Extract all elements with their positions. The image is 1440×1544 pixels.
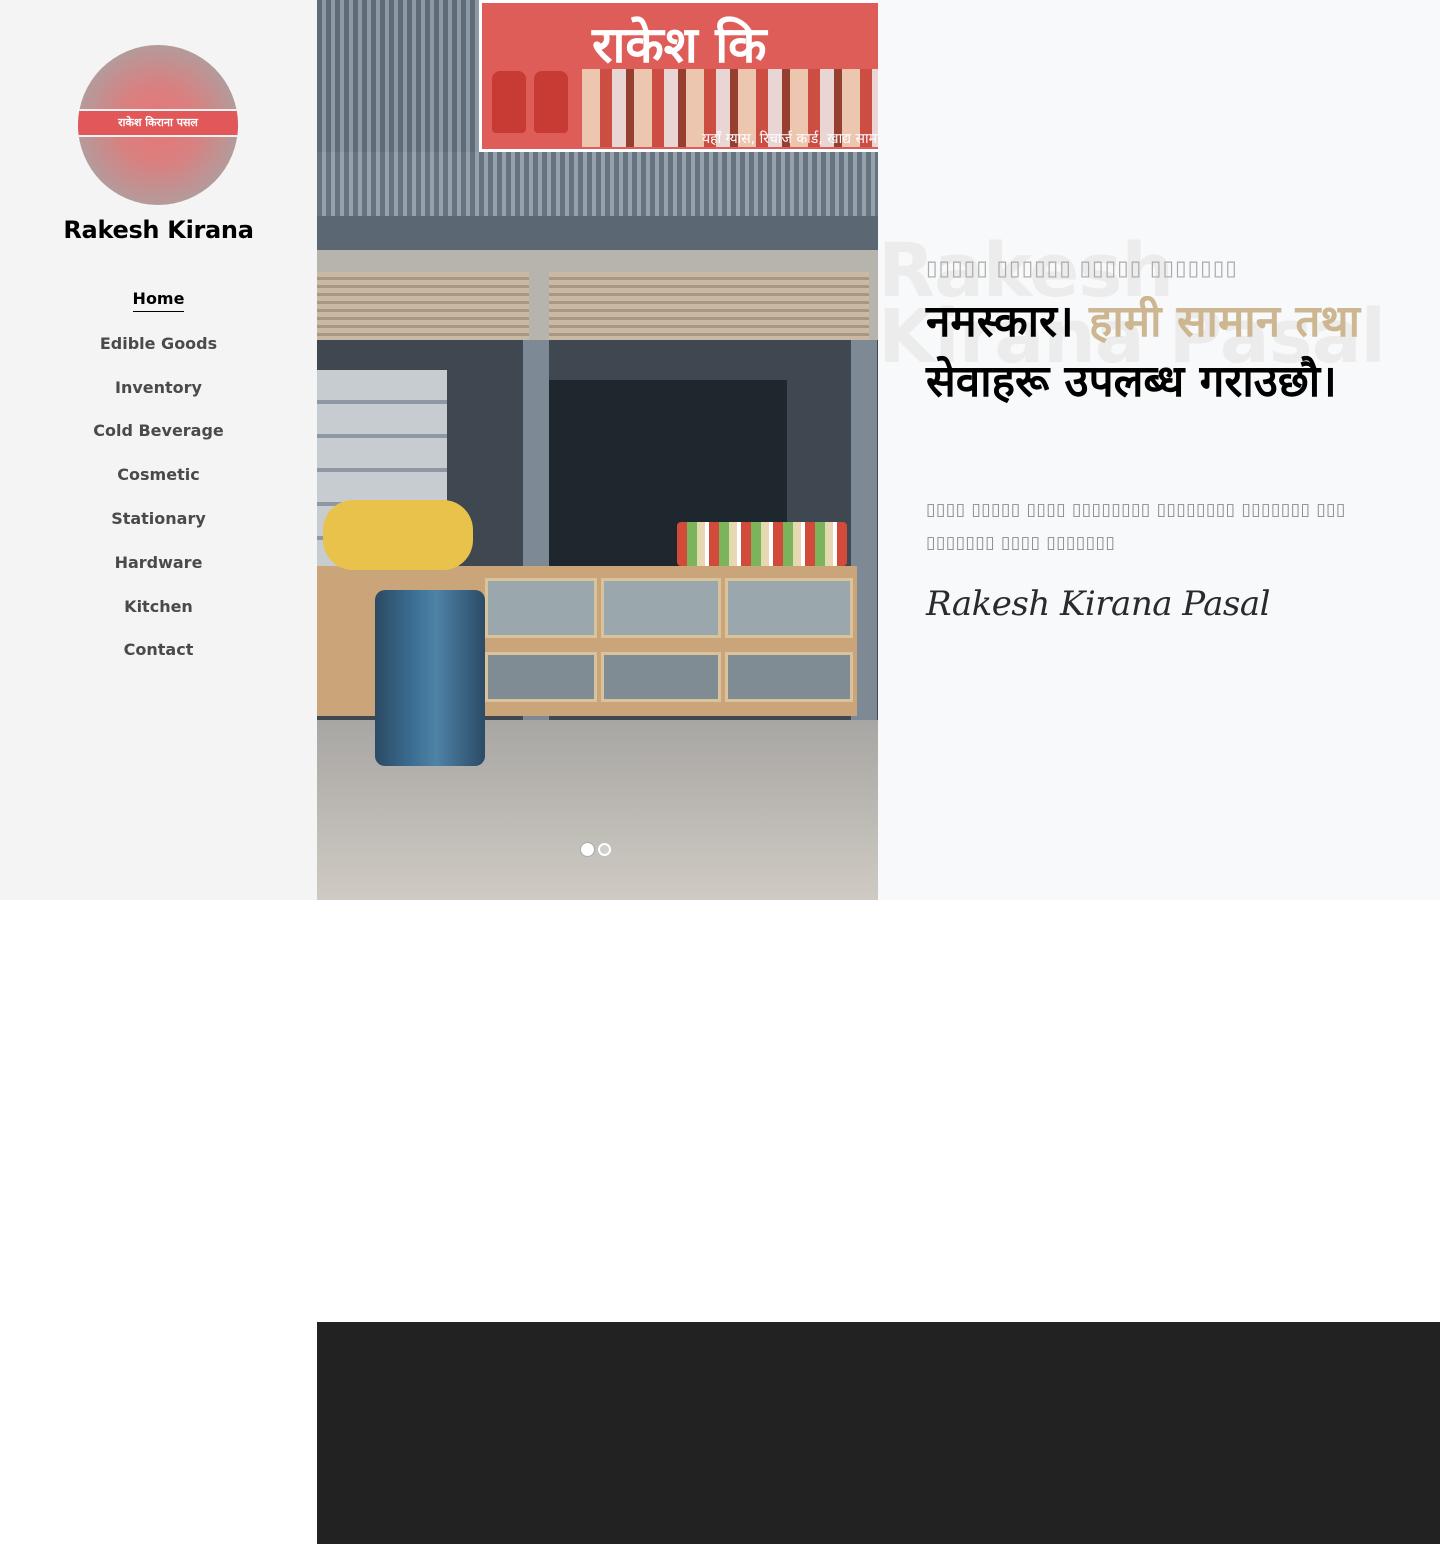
awning bbox=[317, 152, 878, 222]
main-nav: Home Edible Goods Inventory Cold Beverag… bbox=[0, 287, 317, 681]
slider-dot-1[interactable] bbox=[581, 843, 594, 856]
display-case bbox=[485, 578, 597, 638]
shop-signboard: राकेश कि यहाँ ग्यास, रिचार्ज कार्ड, खाद्… bbox=[479, 0, 878, 152]
display-case bbox=[485, 652, 597, 702]
intro-section: Rakesh Kirana Pasal ▯▯▯▯▯ ▯▯▯▯▯▯ ▯▯▯▯▯ ▯… bbox=[878, 0, 1440, 900]
dark-section bbox=[317, 1322, 1440, 1544]
nav-item-inventory[interactable]: Inventory bbox=[115, 375, 202, 401]
slider-pagination bbox=[581, 843, 615, 857]
display-case bbox=[725, 578, 853, 638]
nav-item-cold-beverage[interactable]: Cold Beverage bbox=[93, 418, 224, 444]
site-title[interactable]: Rakesh Kirana bbox=[0, 216, 317, 244]
nav-item-home[interactable]: Home bbox=[132, 287, 185, 312]
signature: Rakesh Kirana Pasal bbox=[926, 584, 1271, 624]
intro-heading: नमस्कार। हामी सामान तथा सेवाहरू उपलब्ध ग… bbox=[926, 292, 1386, 412]
nav-item-edible-goods[interactable]: Edible Goods bbox=[100, 331, 217, 357]
nav-item-contact[interactable]: Contact bbox=[124, 637, 194, 663]
nav-item-kitchen[interactable]: Kitchen bbox=[124, 594, 193, 620]
jars bbox=[677, 522, 847, 566]
barrel bbox=[375, 590, 485, 766]
nav-item-cosmetic[interactable]: Cosmetic bbox=[117, 462, 199, 488]
signboard-subtitle: यहाँ ग्यास, रिचार्ज कार्ड, खाद्य सामान, … bbox=[702, 131, 878, 147]
intro-subtitle: ▯▯▯▯▯ ▯▯▯▯▯▯ ▯▯▯▯▯ ▯▯▯▯▯▯▯ bbox=[926, 256, 1238, 280]
nav-item-stationary[interactable]: Stationary bbox=[111, 506, 206, 532]
logo-banner-text: राकेश किराना पसल bbox=[78, 109, 238, 137]
display-case bbox=[725, 652, 853, 702]
signboard-title: राकेश कि bbox=[592, 16, 767, 74]
rolled-shutter bbox=[549, 272, 869, 342]
slider-dot-2[interactable] bbox=[598, 843, 611, 856]
hero-slider: राकेश कि यहाँ ग्यास, रिचार्ज कार्ड, खाद्… bbox=[317, 0, 878, 900]
shutter-roof bbox=[317, 0, 479, 160]
nav-item-hardware[interactable]: Hardware bbox=[115, 550, 203, 576]
heading-part-2: सेवाहरू उपलब्ध गराउछौ। bbox=[926, 356, 1337, 407]
sidebar: राकेश किराना पसल Rakesh Kirana Home Edib… bbox=[0, 0, 317, 900]
rolled-shutter bbox=[317, 272, 529, 342]
sacks bbox=[323, 500, 473, 570]
intro-description: ▯▯▯▯ ▯▯▯▯▯ ▯▯▯▯ ▯▯▯▯▯▯▯▯ ▯▯▯▯▯▯▯▯ ▯▯▯▯▯▯… bbox=[926, 500, 1346, 553]
gas-cylinder-icon bbox=[534, 71, 568, 133]
display-case bbox=[601, 652, 721, 702]
heading-part-1: नमस्कार। bbox=[926, 296, 1090, 347]
gas-cylinder-icon bbox=[492, 71, 526, 133]
heading-accent: हामी सामान तथा bbox=[1089, 296, 1360, 347]
beam bbox=[317, 216, 878, 250]
display-case bbox=[601, 578, 721, 638]
logo[interactable]: राकेश किराना पसल bbox=[78, 45, 238, 205]
